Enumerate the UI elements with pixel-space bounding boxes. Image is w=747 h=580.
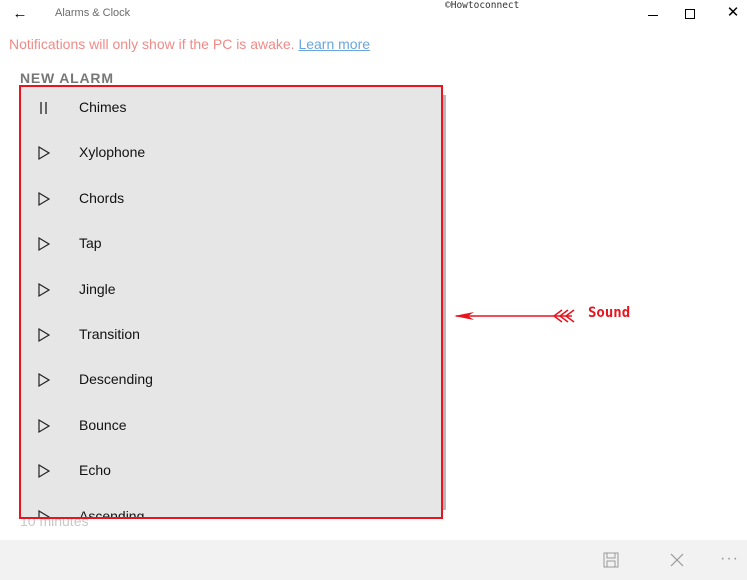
- sound-item-label: Descending: [79, 371, 153, 388]
- save-icon: [603, 552, 619, 568]
- sound-list[interactable]: Chimes Xylophone Chords Tap Jingle Transition…: [21, 87, 441, 517]
- save-button[interactable]: [601, 550, 623, 572]
- annotation-arrow-icon: [454, 309, 575, 323]
- sound-item-label: Jingle: [79, 280, 116, 297]
- sound-item-tap[interactable]: Tap: [21, 223, 441, 268]
- play-icon[interactable]: [36, 236, 52, 252]
- close-icon: ✕: [726, 4, 740, 21]
- play-icon[interactable]: [36, 509, 52, 517]
- back-button[interactable]: ←: [10, 4, 30, 24]
- cancel-button[interactable]: [667, 550, 689, 572]
- sound-item-chords[interactable]: Chords: [21, 178, 441, 223]
- play-icon[interactable]: [36, 372, 52, 388]
- notification-text: Notifications will only show if the PC i…: [9, 36, 299, 52]
- play-icon[interactable]: [36, 191, 52, 207]
- sound-item-label: Tap: [79, 235, 102, 252]
- sound-item-label: Chimes: [79, 99, 127, 115]
- title-bar: ← Alarms & Clock ©Howtoconnect ✕: [0, 0, 747, 28]
- app-title: Alarms & Clock: [55, 7, 131, 19]
- notification-message: Notifications will only show if the PC i…: [9, 36, 370, 52]
- annotation-label: Sound: [588, 305, 631, 321]
- sound-item-label: Echo: [79, 462, 111, 479]
- maximize-button[interactable]: [678, 2, 702, 26]
- play-icon[interactable]: [36, 282, 52, 298]
- sound-item-label: Ascending: [79, 507, 145, 517]
- play-icon[interactable]: [36, 418, 52, 434]
- maximize-icon: [685, 9, 695, 19]
- minimize-icon: [648, 15, 658, 16]
- close-window-button[interactable]: ✕: [721, 2, 745, 26]
- sound-item-descending[interactable]: Descending: [21, 359, 441, 404]
- bottom-app-bar: ···: [0, 540, 747, 580]
- sound-item-ascending[interactable]: Ascending: [21, 496, 441, 517]
- play-icon[interactable]: [36, 145, 52, 161]
- sound-item-jingle[interactable]: Jingle: [21, 269, 441, 314]
- sound-item-transition[interactable]: Transition: [21, 314, 441, 359]
- sound-item-label: Chords: [79, 189, 125, 206]
- sound-item-echo[interactable]: Echo: [21, 450, 441, 495]
- sound-item-xylophone[interactable]: Xylophone: [21, 132, 441, 177]
- section-heading: NEW ALARM: [20, 70, 114, 86]
- list-scrollbar[interactable]: [443, 95, 446, 510]
- sound-annotation: Sound: [452, 304, 652, 328]
- sound-item-label: Bounce: [79, 416, 127, 433]
- more-options-button[interactable]: ···: [720, 550, 742, 572]
- sound-item-label: Transition: [79, 326, 140, 342]
- more-icon: ···: [720, 550, 739, 567]
- play-icon[interactable]: [36, 327, 52, 343]
- minimize-button[interactable]: [640, 2, 664, 26]
- sound-item-chimes[interactable]: Chimes: [21, 87, 441, 132]
- close-icon: [670, 553, 684, 567]
- back-arrow-icon: ←: [12, 5, 28, 22]
- play-icon[interactable]: [36, 463, 52, 479]
- pause-icon[interactable]: [36, 100, 52, 116]
- sound-item-bounce[interactable]: Bounce: [21, 405, 441, 450]
- watermark: ©Howtoconnect: [445, 0, 520, 11]
- sound-item-label: Xylophone: [79, 144, 146, 161]
- learn-more-link[interactable]: Learn more: [298, 36, 370, 52]
